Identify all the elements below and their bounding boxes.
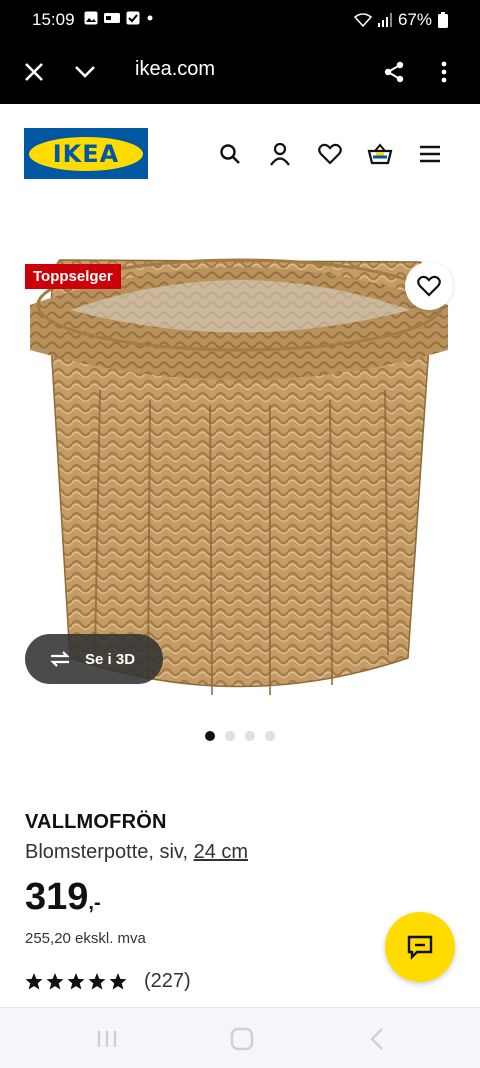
wishlist-button[interactable] xyxy=(316,140,344,168)
hamburger-menu-icon xyxy=(420,145,440,163)
share-button[interactable] xyxy=(378,56,410,88)
cart-button[interactable] xyxy=(366,140,394,168)
carousel-dot[interactable] xyxy=(245,731,255,741)
price-ex-vat: 255,20 ekskl. mva xyxy=(25,930,146,947)
status-right: 67% xyxy=(353,10,448,30)
product-name: VALLMOFRÖN xyxy=(25,811,167,833)
logo-oval: IKEA xyxy=(29,136,143,171)
star-icon xyxy=(25,973,43,990)
system-navigation-bar xyxy=(0,1007,480,1068)
account-button[interactable] xyxy=(266,140,294,168)
product-description: Blomsterpotte, siv, 24 cm xyxy=(25,841,248,864)
rotate-3d-icon xyxy=(50,651,70,667)
heart-icon xyxy=(417,275,441,297)
view-3d-button[interactable]: Se i 3D xyxy=(25,634,163,684)
menu-button[interactable] xyxy=(416,140,444,168)
user-icon xyxy=(270,142,290,166)
carousel-dot[interactable] xyxy=(205,731,215,741)
gallery-icon xyxy=(84,11,98,25)
review-count: (227) xyxy=(144,970,191,992)
wifi-icon xyxy=(353,13,372,27)
view-3d-label: Se i 3D xyxy=(85,650,136,668)
back-button[interactable] xyxy=(364,1026,390,1052)
star-icon xyxy=(67,973,85,990)
chevron-down-icon xyxy=(75,66,95,78)
recent-apps-button[interactable] xyxy=(94,1026,120,1052)
url-text[interactable]: ikea.com xyxy=(135,58,215,81)
search-icon xyxy=(220,144,240,164)
star-icon xyxy=(109,973,127,990)
product-size-link[interactable]: 24 cm xyxy=(194,841,248,863)
add-to-wishlist-button[interactable] xyxy=(405,262,453,310)
close-icon xyxy=(25,63,43,81)
signal-icon xyxy=(377,13,392,27)
status-notification-icons xyxy=(84,11,154,25)
product-rating[interactable]: (227) xyxy=(25,970,191,993)
shopping-bag-icon xyxy=(367,143,393,165)
battery-icon xyxy=(438,12,448,28)
price-suffix: ,- xyxy=(88,892,101,914)
price-value: 319 xyxy=(25,876,89,918)
star-icon xyxy=(46,973,64,990)
logo-text: IKEA xyxy=(52,139,120,168)
heart-icon xyxy=(318,143,342,165)
home-icon xyxy=(230,1027,254,1051)
more-vertical-icon xyxy=(441,61,447,83)
product-type: Blomsterpotte, siv, xyxy=(25,841,194,863)
home-button[interactable] xyxy=(229,1026,255,1052)
share-icon xyxy=(384,61,404,83)
status-bar: 15:09 67% xyxy=(0,0,480,40)
battery-percent: 67% xyxy=(397,10,432,29)
star-icon xyxy=(88,973,106,990)
search-button[interactable] xyxy=(216,140,244,168)
chat-button[interactable] xyxy=(385,912,455,982)
site-header: IKEA xyxy=(0,104,480,204)
close-tab-button[interactable] xyxy=(18,56,50,88)
status-time: 15:09 xyxy=(32,10,75,29)
card-icon xyxy=(104,13,120,23)
image-carousel-dots xyxy=(205,731,275,741)
more-options-button[interactable] xyxy=(428,56,460,88)
top-seller-badge: Toppselger xyxy=(25,264,121,289)
carousel-dot[interactable] xyxy=(265,731,275,741)
chat-bubble-icon xyxy=(407,935,433,960)
browser-toolbar: ikea.com xyxy=(0,40,480,104)
carousel-dot[interactable] xyxy=(225,731,235,741)
collapse-button[interactable] xyxy=(69,56,101,88)
recent-apps-icon xyxy=(97,1031,117,1047)
product-price: 319,- xyxy=(25,876,101,919)
ikea-logo[interactable]: IKEA xyxy=(24,128,148,179)
dot-icon xyxy=(147,15,153,21)
back-icon xyxy=(370,1028,383,1050)
checkbox-icon xyxy=(126,11,140,25)
